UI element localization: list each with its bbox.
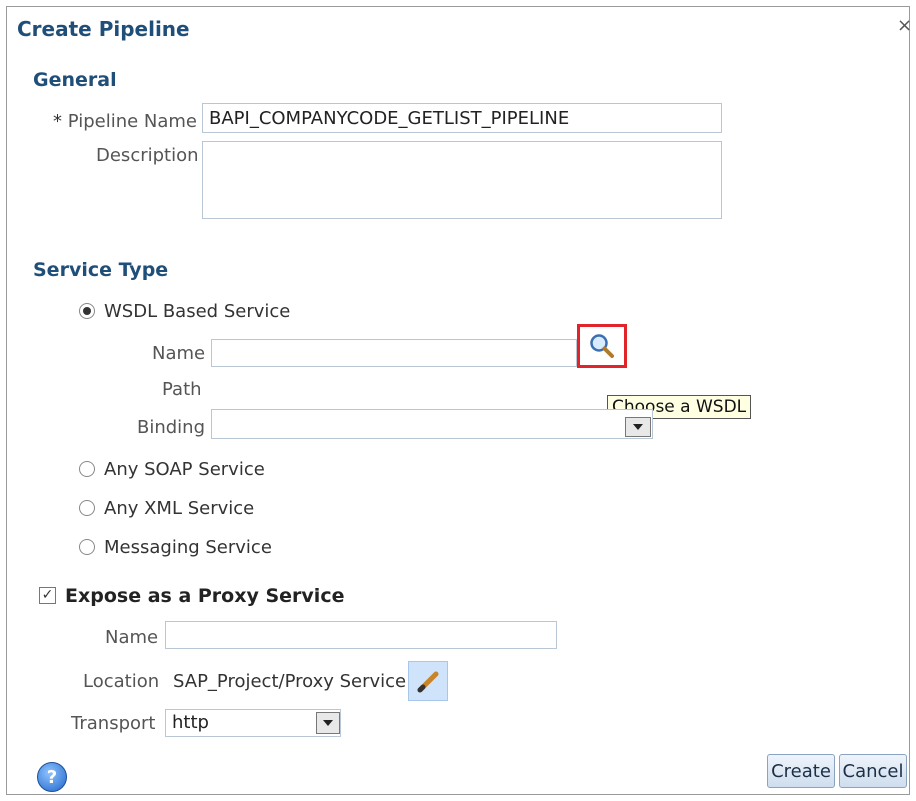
required-marker: * — [53, 111, 62, 132]
wsdl-name-input[interactable] — [211, 339, 577, 367]
pipeline-name-label: * Pipeline Name — [53, 111, 197, 132]
proxy-name-label: Name — [105, 627, 159, 648]
wsdl-based-service-radio[interactable] — [79, 303, 95, 319]
binding-select[interactable] — [211, 409, 653, 439]
path-label: Path — [162, 379, 202, 400]
wsdl-based-service-label: WSDL Based Service — [104, 301, 291, 322]
binding-dropdown-button[interactable] — [625, 417, 651, 437]
pencil-icon — [417, 671, 439, 693]
expose-proxy-checkbox[interactable]: ✓ — [39, 587, 56, 604]
wsdl-name-label: Name — [152, 343, 206, 364]
any-xml-service-radio[interactable] — [79, 500, 95, 516]
messaging-service-radio[interactable] — [79, 539, 95, 555]
messaging-service-label: Messaging Service — [104, 537, 272, 558]
description-label: Description — [96, 145, 199, 166]
dialog-title: Create Pipeline — [17, 17, 190, 41]
transport-dropdown-button[interactable] — [316, 712, 340, 734]
create-pipeline-dialog: Create Pipeline × General * Pipeline Nam… — [6, 6, 912, 795]
pipeline-name-label-text: Pipeline Name — [67, 111, 198, 132]
chevron-down-icon — [633, 424, 643, 430]
choose-wsdl-button[interactable] — [577, 324, 627, 368]
pipeline-name-input[interactable] — [202, 103, 722, 133]
chevron-down-icon — [323, 720, 333, 726]
location-value: SAP_Project/Proxy Service — [173, 671, 407, 692]
edit-location-button[interactable] — [408, 661, 448, 701]
expose-proxy-label: Expose as a Proxy Service — [65, 585, 345, 607]
cancel-button[interactable]: Cancel — [839, 754, 907, 788]
binding-label: Binding — [137, 417, 206, 438]
description-textarea[interactable] — [202, 141, 722, 219]
proxy-name-input[interactable] — [165, 621, 557, 649]
service-type-heading: Service Type — [33, 259, 169, 281]
create-button[interactable]: Create — [767, 754, 835, 788]
any-soap-service-radio[interactable] — [79, 461, 95, 477]
location-label: Location — [83, 671, 160, 692]
transport-label: Transport — [71, 713, 156, 734]
any-xml-service-label: Any XML Service — [104, 498, 255, 519]
any-soap-service-label: Any SOAP Service — [104, 459, 265, 480]
transport-select[interactable]: http — [165, 709, 341, 737]
magnifier-icon — [590, 334, 614, 358]
help-icon[interactable]: ? — [37, 762, 67, 792]
general-heading: General — [33, 69, 117, 91]
close-icon[interactable]: × — [897, 17, 912, 35]
